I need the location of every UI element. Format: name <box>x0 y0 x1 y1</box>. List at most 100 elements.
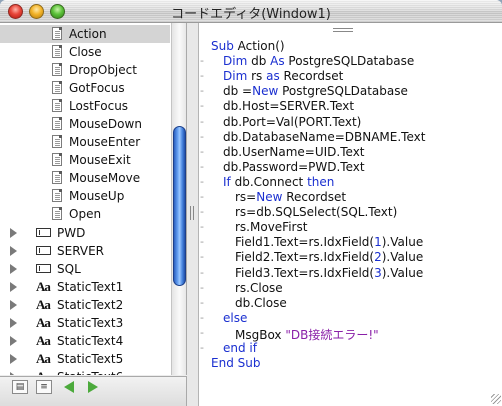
code-line[interactable]: - Dim db As PostgreSQLDatabase <box>199 54 502 69</box>
disclosure-triangle-icon[interactable] <box>10 336 17 346</box>
disclosure-triangle-icon[interactable] <box>10 372 17 375</box>
event-item[interactable]: GotFocus <box>0 79 170 97</box>
code-text: db.Close <box>235 296 287 310</box>
code-line[interactable]: - db.UserName=UID.Text <box>199 145 502 160</box>
event-item[interactable]: Open <box>0 205 170 223</box>
event-item[interactable]: MouseExit <box>0 151 170 169</box>
event-item[interactable]: MouseDown <box>0 115 170 133</box>
pane-splitter[interactable] <box>187 23 198 406</box>
code-token: db.Connect <box>230 175 308 189</box>
control-item[interactable]: Aa StaticText3 <box>0 314 170 332</box>
code-line[interactable]: - Dim rs as Recordset <box>199 69 502 84</box>
editfield-icon <box>36 246 51 255</box>
tree-scrollbar[interactable] <box>171 23 186 375</box>
code-token: db <box>247 54 271 68</box>
event-item[interactable]: LostFocus <box>0 97 170 115</box>
document-icon <box>52 45 62 58</box>
disclosure-triangle-icon[interactable] <box>10 246 17 256</box>
resize-grip-icon[interactable] <box>491 394 501 404</box>
indent-marker: - <box>200 250 204 263</box>
control-label: StaticText3 <box>57 316 124 330</box>
document-icon <box>52 189 62 202</box>
control-item[interactable]: PWD <box>0 224 170 242</box>
editor-split-grip-icon[interactable] <box>333 28 353 29</box>
statictext-icon: Aa <box>36 369 51 375</box>
back-arrow-icon[interactable] <box>62 380 78 394</box>
document-icon <box>52 81 62 94</box>
tree-toolbar: ▤ ≡ <box>0 376 187 406</box>
code-line[interactable]: - db.Host=SERVER.Text <box>199 99 502 114</box>
editfield-icon <box>36 264 51 273</box>
statictext-icon: Aa <box>36 333 51 348</box>
control-item[interactable]: Aa StaticText4 <box>0 332 170 350</box>
code-line[interactable]: Sub Action() <box>199 39 502 54</box>
code-line[interactable]: - Field2.Text=rs.IdxField(2).Value <box>199 250 502 265</box>
code-token: ).Value <box>381 266 424 280</box>
indent-marker: - <box>200 190 204 203</box>
code-line[interactable]: - db.DatabaseName=DBNAME.Text <box>199 130 502 145</box>
code-text: end if <box>223 341 257 355</box>
code-line[interactable]: - else <box>199 311 502 326</box>
document-icon <box>52 153 62 166</box>
event-item[interactable]: Close <box>0 43 170 61</box>
keyword: End Sub <box>211 356 261 370</box>
code-text: End Sub <box>211 356 260 370</box>
code-token: rs <box>247 69 267 83</box>
view-mode-button[interactable]: ▤ <box>12 380 28 394</box>
code-text: db.Password=PWD.Text <box>223 160 365 174</box>
code-line[interactable]: - MsgBox "DB接続エラー!" <box>199 326 502 342</box>
disclosure-triangle-icon[interactable] <box>10 228 17 238</box>
title-bar[interactable]: コードエディタ(Window1) <box>0 0 502 23</box>
event-label: DropObject <box>69 63 137 77</box>
scrollbar-thumb[interactable] <box>173 126 186 286</box>
statictext-icon: Aa <box>36 351 51 366</box>
code-token: rs= <box>235 190 257 204</box>
disclosure-triangle-icon[interactable] <box>10 354 17 364</box>
event-label: MouseEnter <box>69 135 141 149</box>
indent-marker: - <box>200 130 204 143</box>
code-line[interactable]: - rs=New Recordset <box>199 190 502 205</box>
filter-button[interactable]: ≡ <box>36 380 52 394</box>
code-text: rs.MoveFirst <box>235 220 307 234</box>
code-line[interactable]: - rs.Close <box>199 281 502 296</box>
forward-arrow-icon[interactable] <box>84 380 100 394</box>
code-text: db =New PostgreSQLDatabase <box>223 84 408 98</box>
code-text: Field3.Text=rs.IdxField(3).Value <box>235 266 423 280</box>
code-line[interactable]: - If db.Connect then <box>199 175 502 190</box>
control-item[interactable]: SERVER <box>0 242 170 260</box>
code-line[interactable]: - rs.MoveFirst <box>199 220 502 235</box>
code-token: rs.Close <box>235 281 283 295</box>
disclosure-triangle-icon[interactable] <box>10 264 17 274</box>
control-item[interactable]: Aa StaticText5 <box>0 350 170 368</box>
control-item[interactable]: SQL <box>0 260 170 278</box>
code-line[interactable]: - Field3.Text=rs.IdxField(3).Value <box>199 266 502 281</box>
control-item[interactable]: Aa StaticText2 <box>0 296 170 314</box>
disclosure-triangle-icon[interactable] <box>10 282 17 292</box>
code-editor-window: コードエディタ(Window1) Action Close DropObject Go… <box>0 0 502 406</box>
control-item[interactable]: Aa StaticText1 <box>0 278 170 296</box>
code-line[interactable]: - db.Password=PWD.Text <box>199 160 502 175</box>
window-title: コードエディタ(Window1) <box>171 7 331 22</box>
event-item[interactable]: Action <box>0 25 170 43</box>
event-item[interactable]: MouseEnter <box>0 133 170 151</box>
code-line[interactable]: - end if <box>199 341 502 356</box>
event-item[interactable]: MouseMove <box>0 169 170 187</box>
code-text: rs.Close <box>235 281 283 295</box>
keyword: New <box>252 84 279 98</box>
code-line[interactable]: - db =New PostgreSQLDatabase <box>199 84 502 99</box>
event-item[interactable]: MouseUp <box>0 187 170 205</box>
disclosure-triangle-icon[interactable] <box>10 318 17 328</box>
indent-marker: - <box>200 54 204 67</box>
code-editor[interactable]: Sub Action() - Dim db As PostgreSQLDatabas… <box>198 23 502 406</box>
code-line[interactable]: - Field1.Text=rs.IdxField(1).Value <box>199 235 502 250</box>
code-line[interactable]: - db.Port=Val(PORT.Text) <box>199 115 502 130</box>
code-line[interactable]: End Sub <box>199 356 502 371</box>
indent-marker: - <box>200 160 204 173</box>
disclosure-triangle-icon[interactable] <box>10 300 17 310</box>
control-item[interactable]: Aa StaticText6 <box>0 368 170 375</box>
code-line[interactable]: - rs=db.SQLSelect(SQL.Text) <box>199 205 502 220</box>
code-line[interactable]: - db.Close <box>199 296 502 311</box>
code-token: Field3.Text=rs.IdxField( <box>235 266 375 280</box>
event-item[interactable]: DropObject <box>0 61 170 79</box>
code-token: db = <box>223 84 253 98</box>
